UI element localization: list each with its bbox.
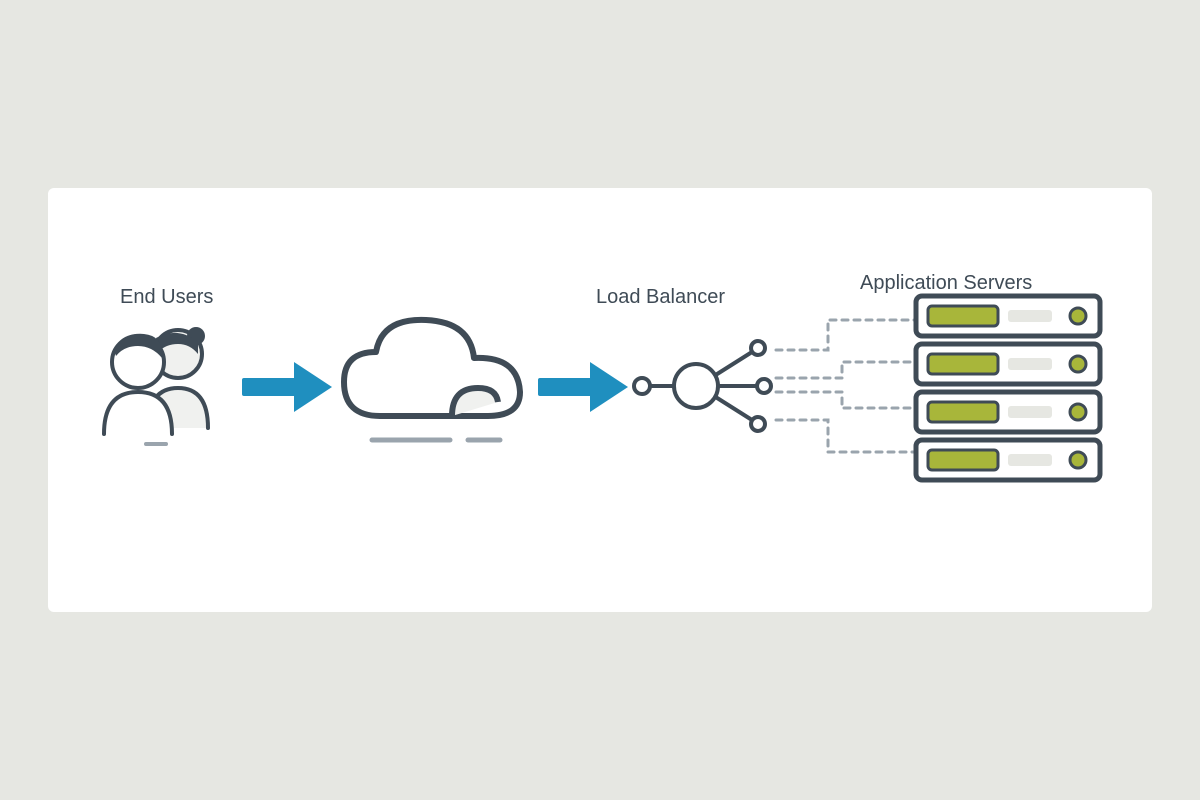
users-icon xyxy=(86,310,226,450)
cloud-icon xyxy=(332,306,532,466)
diagram-canvas: End Users Load Balancer Application Serv… xyxy=(48,188,1152,612)
load-balancer-icon xyxy=(624,326,774,446)
end-users-label: End Users xyxy=(120,286,213,309)
dashed-connector xyxy=(768,288,928,508)
arrow-icon xyxy=(532,356,632,416)
server-stack-icon xyxy=(908,288,1108,498)
load-balancer-label: Load Balancer xyxy=(596,286,725,309)
arrow-icon xyxy=(236,356,336,416)
